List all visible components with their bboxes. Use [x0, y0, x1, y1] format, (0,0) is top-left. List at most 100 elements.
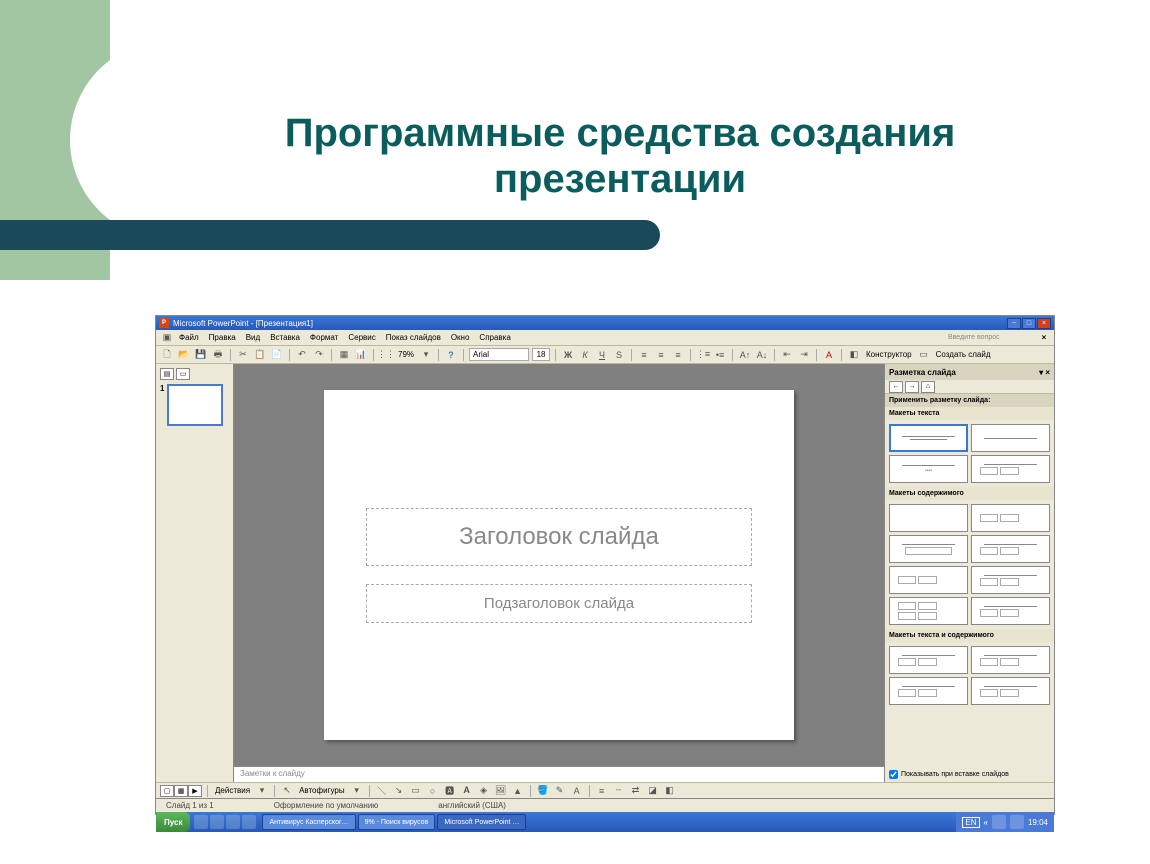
subtitle-placeholder[interactable]: Подзаголовок слайда: [366, 584, 751, 623]
new-icon[interactable]: 🗋: [160, 348, 174, 362]
nav-home-icon[interactable]: ⌂: [921, 381, 935, 393]
shadow-style-icon[interactable]: ◪: [646, 784, 660, 798]
layout-title-2content[interactable]: [971, 535, 1050, 563]
picture-icon[interactable]: ▲: [511, 784, 525, 798]
layout-title-text[interactable]: ••••: [889, 455, 968, 483]
menu-edit[interactable]: Правка: [204, 333, 241, 342]
task-antivirus[interactable]: Антивирус Касперског…: [262, 814, 355, 830]
slideshow-view-button[interactable]: ▶: [188, 785, 202, 797]
menu-help[interactable]: Справка: [474, 333, 515, 342]
tray-chevron-icon[interactable]: «: [984, 818, 988, 827]
bullets-icon[interactable]: •≡: [713, 348, 727, 362]
menu-slideshow[interactable]: Показ слайдов: [381, 333, 446, 342]
lang-indicator[interactable]: EN: [962, 817, 979, 828]
normal-view-button[interactable]: ▢: [160, 785, 174, 797]
constructor-button[interactable]: Конструктор: [864, 350, 914, 359]
select-icon[interactable]: ↖: [280, 784, 294, 798]
menu-insert[interactable]: Вставка: [265, 333, 305, 342]
font-color-icon[interactable]: A: [822, 348, 836, 362]
show-grid-icon[interactable]: ⋮⋮: [379, 348, 393, 362]
ql-icon-3[interactable]: [226, 815, 240, 829]
arrow-icon[interactable]: ↘: [392, 784, 406, 798]
font-name-select[interactable]: Arial: [469, 348, 529, 361]
line-style-icon[interactable]: ≡: [595, 784, 609, 798]
ql-icon-2[interactable]: [210, 815, 224, 829]
layout-4content[interactable]: [889, 597, 968, 625]
align-center-icon[interactable]: ≡: [654, 348, 668, 362]
copy-icon[interactable]: 📋: [253, 348, 267, 362]
redo-icon[interactable]: ↷: [312, 348, 326, 362]
tray-icon-2[interactable]: [1010, 815, 1024, 829]
zoom-value[interactable]: 79%: [396, 350, 416, 359]
minimize-button[interactable]: −: [1007, 318, 1021, 329]
taskpane-close-icon[interactable]: ▾ ×: [1039, 368, 1050, 377]
decrease-font-icon[interactable]: A↓: [755, 348, 769, 362]
dash-style-icon[interactable]: ┈: [612, 784, 626, 798]
autoshapes-menu[interactable]: Автофигуры: [297, 786, 347, 795]
layout-blank[interactable]: [889, 504, 968, 532]
layout-title-content[interactable]: [889, 535, 968, 563]
help-input[interactable]: Введите вопрос: [948, 334, 1038, 341]
save-icon[interactable]: 💾: [194, 348, 208, 362]
line-icon[interactable]: ＼: [375, 784, 389, 798]
open-icon[interactable]: 📂: [177, 348, 191, 362]
textbox-icon[interactable]: 🅰: [443, 784, 457, 798]
nav-fwd-icon[interactable]: →: [905, 381, 919, 393]
print-icon[interactable]: 🖶: [211, 348, 225, 362]
design-icon[interactable]: ◧: [847, 348, 861, 362]
underline-icon[interactable]: Ч: [595, 348, 609, 362]
nav-back-icon[interactable]: ←: [889, 381, 903, 393]
task-scan[interactable]: 9% - Поиск вирусов: [358, 814, 436, 830]
title-placeholder[interactable]: Заголовок слайда: [366, 508, 751, 566]
sorter-view-button[interactable]: ▦: [174, 785, 188, 797]
align-left-icon[interactable]: ≡: [637, 348, 651, 362]
layout-title-2content-b[interactable]: [971, 566, 1050, 594]
slide-thumbnail-1[interactable]: 1: [160, 384, 229, 426]
numbering-icon[interactable]: ⋮≡: [696, 348, 710, 362]
autoshapes-dropdown-icon[interactable]: ▾: [350, 784, 364, 798]
zoom-dropdown-icon[interactable]: ▾: [419, 348, 433, 362]
increase-font-icon[interactable]: A↑: [738, 348, 752, 362]
diagram-icon[interactable]: ◈: [477, 784, 491, 798]
layout-2content-text[interactable]: [971, 677, 1050, 705]
layout-title-only[interactable]: [971, 424, 1050, 452]
help-icon[interactable]: ?: [444, 348, 458, 362]
layout-2content-vert[interactable]: [889, 566, 968, 594]
show-on-insert-checkbox[interactable]: [889, 770, 898, 779]
bold-icon[interactable]: Ж: [561, 348, 575, 362]
3d-style-icon[interactable]: ◧: [663, 784, 677, 798]
clipart-icon[interactable]: 🖼: [494, 784, 508, 798]
new-slide-button[interactable]: Создать слайд: [934, 350, 993, 359]
arrow-style-icon[interactable]: ⇄: [629, 784, 643, 798]
slide-canvas[interactable]: Заголовок слайда Подзаголовок слайда: [234, 364, 884, 766]
tray-icon-1[interactable]: [992, 815, 1006, 829]
shadow-icon[interactable]: S: [612, 348, 626, 362]
menu-view[interactable]: Вид: [241, 333, 265, 342]
rectangle-icon[interactable]: ▭: [409, 784, 423, 798]
task-powerpoint[interactable]: Microsoft PowerPoint …: [437, 814, 526, 830]
layout-title-slide[interactable]: [889, 424, 968, 452]
outline-tab[interactable]: ▤: [160, 368, 174, 380]
chart-icon[interactable]: 📊: [354, 348, 368, 362]
table-icon[interactable]: ▦: [337, 348, 351, 362]
decrease-indent-icon[interactable]: ⇤: [780, 348, 794, 362]
cut-icon[interactable]: ✂: [236, 348, 250, 362]
slides-tab[interactable]: ▭: [176, 368, 190, 380]
layout-two-col-text[interactable]: [971, 455, 1050, 483]
new-slide-icon[interactable]: ▭: [917, 348, 931, 362]
layout-text-2content[interactable]: [889, 677, 968, 705]
menu-window[interactable]: Окно: [446, 333, 475, 342]
italic-icon[interactable]: К: [578, 348, 592, 362]
align-right-icon[interactable]: ≡: [671, 348, 685, 362]
increase-indent-icon[interactable]: ⇥: [797, 348, 811, 362]
ql-icon-4[interactable]: [242, 815, 256, 829]
layout-content[interactable]: [971, 504, 1050, 532]
oval-icon[interactable]: ○: [426, 784, 440, 798]
line-color-icon[interactable]: ✎: [553, 784, 567, 798]
layout-text-content[interactable]: [889, 646, 968, 674]
font-color2-icon[interactable]: A: [570, 784, 584, 798]
maximize-button[interactable]: □: [1022, 318, 1036, 329]
close-document-button[interactable]: ×: [1038, 333, 1050, 342]
start-button[interactable]: Пуск: [156, 812, 190, 832]
fill-color-icon[interactable]: 🪣: [536, 784, 550, 798]
